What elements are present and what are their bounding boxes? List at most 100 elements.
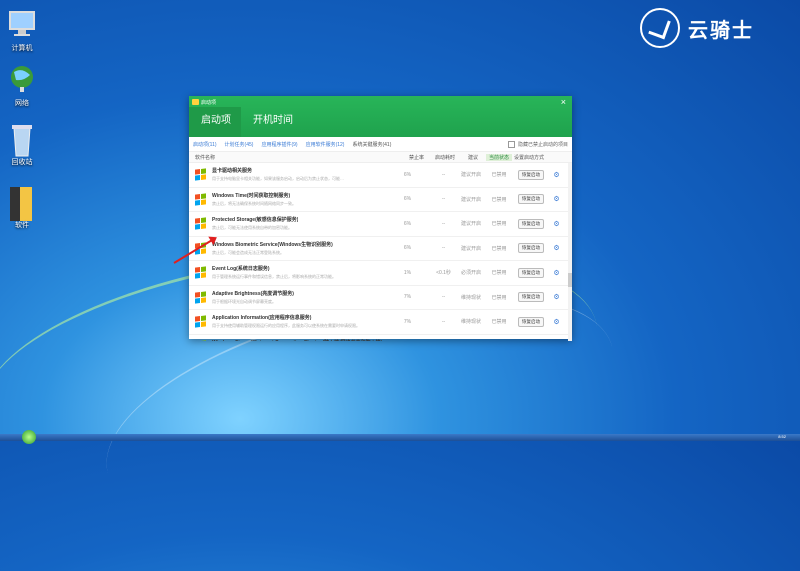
row-boot-time: -- [441, 171, 446, 178]
row-disable-rate: 6% [403, 196, 412, 203]
row-boot-time: -- [441, 318, 446, 325]
windows-logo-icon [195, 266, 206, 279]
row-title: Protected Storage(敏感信息保护服务) [212, 217, 299, 224]
gear-icon[interactable]: ⚙ [553, 172, 559, 179]
windows-logo-icon [195, 168, 206, 181]
brand-logo: 云骑士 [640, 8, 754, 48]
brand-text: 云骑士 [688, 19, 754, 42]
close-button[interactable]: × [561, 97, 566, 107]
filter-system-services[interactable]: 系统关键服务(41) [352, 141, 391, 148]
windows-logo-icon [195, 217, 206, 230]
restore-startup-button[interactable]: 恢复启动 [518, 194, 544, 205]
row-boot-time: <0.1秒 [436, 270, 451, 277]
filter-software-services[interactable]: 应用软件服务(12) [306, 141, 345, 148]
computer-icon [6, 8, 38, 40]
row-description: 禁止后，将无法确保系统时间随网络同步一致。 [212, 200, 296, 206]
windows-logo-icon [195, 193, 206, 206]
gear-icon[interactable]: ⚙ [553, 245, 559, 252]
table-row[interactable]: Protected Storage(敏感信息保护服务) 禁止后，可能无法使用系统… [189, 212, 572, 237]
taskbar: 8:52 [0, 430, 800, 444]
row-name-cell: Adaptive Brightness(亮度调节服务) 用于根据环境光自动调节屏… [189, 290, 385, 305]
hide-disabled-label: 隐藏已禁止启动的项目 [517, 141, 568, 148]
knight-logo-icon [640, 8, 680, 48]
desktop-icon-label: 网络 [15, 100, 29, 107]
header-advice[interactable]: 建议 [460, 154, 486, 161]
row-description: 用于管理系统运行事件和错误信息，禁止后，将影响系统的正常功能。 [212, 274, 336, 280]
restore-startup-button[interactable]: 恢复启动 [518, 267, 544, 278]
row-status: 已禁用 [491, 221, 507, 228]
windows-logo-icon [195, 315, 206, 328]
header-name: 软件名称 [195, 154, 216, 161]
restore-startup-button[interactable]: 恢复启动 [518, 292, 544, 303]
header-disable-rate[interactable]: 禁止率 [403, 154, 430, 161]
row-boot-time: -- [441, 220, 446, 227]
row-description: 禁止后，可能会造成无法正常登陆系统。 [212, 249, 284, 255]
start-button[interactable] [22, 430, 36, 444]
row-name-cell: Event Log(系统日志服务) 用于管理系统运行事件和错误信息，禁止后，将影… [189, 265, 385, 280]
table-row[interactable]: Event Log(系统日志服务) 用于管理系统运行事件和错误信息，禁止后，将影… [189, 261, 572, 286]
row-status: 已禁用 [491, 270, 507, 277]
header-boot-time[interactable]: 启动耗时 [430, 154, 460, 161]
row-advice: 建议开启 [460, 221, 481, 228]
table-header: 软件名称 禁止率 启动耗时 建议 当前状态 设置启动方式 [189, 152, 572, 163]
restore-startup-button[interactable]: 恢复启动 [518, 169, 544, 180]
restore-startup-button[interactable]: 恢复启动 [518, 243, 544, 254]
tab-startup-items[interactable]: 启动项 [189, 107, 241, 137]
gear-icon[interactable]: ⚙ [553, 196, 559, 203]
row-status: 已禁用 [491, 319, 507, 326]
gear-icon[interactable]: ⚙ [553, 319, 559, 326]
row-title: Event Log(系统日志服务) [212, 266, 270, 273]
desktop-icon-label: 计算机 [11, 45, 33, 52]
row-advice: 维持现状 [460, 319, 481, 326]
filter-bar: 启动项(11) 计划任务(45) 应用程序插件(9) 应用软件服务(12) 系统… [189, 137, 572, 152]
row-advice: 维持现状 [460, 294, 481, 301]
row-name-cell: Application Information(应用程序信息服务) 用于支持使用… [189, 314, 385, 329]
row-title: Adaptive Brightness(亮度调节服务) [212, 290, 294, 297]
table-row[interactable]: Application Information(应用程序信息服务) 用于支持使用… [189, 310, 572, 335]
row-name-cell: Windows Firewall/Internet Connection Sha… [189, 339, 385, 341]
table-row[interactable]: Windows Firewall/Internet Connection Sha… [189, 335, 572, 341]
desktop-icon-recycle-bin[interactable]: 回收站 [0, 122, 52, 167]
filter-plugins[interactable]: 应用程序插件(9) [261, 141, 297, 148]
row-disable-rate: 1% [403, 269, 412, 276]
windows-logo-icon [195, 291, 206, 304]
row-disable-rate: 7% [403, 294, 412, 301]
scrollbar-thumb[interactable] [568, 273, 572, 287]
filter-scheduled-tasks[interactable]: 计划任务(45) [225, 141, 254, 148]
table-row[interactable]: Windows Time(时间获取控制服务) 禁止后，将无法确保系统时间随网络同… [189, 188, 572, 212]
filter-startup-items[interactable]: 启动项(11) [193, 141, 217, 148]
table-row[interactable]: Windows Biometric Service(Windows生物识别服务)… [189, 237, 572, 261]
window-title: 启动项 [201, 100, 217, 106]
startup-list: 显卡驱动相关服务 用于支持电脑显卡相关功能，如果该服务启动，启动后为禁止状态，可… [189, 163, 572, 341]
desktop-icon-computer[interactable]: 计算机 [0, 8, 52, 53]
gear-icon[interactable]: ⚙ [553, 270, 559, 277]
row-status: 已禁用 [491, 245, 507, 252]
table-row[interactable]: Adaptive Brightness(亮度调节服务) 用于根据环境光自动调节屏… [189, 286, 572, 310]
desktop-icon-label: 回收站 [11, 159, 33, 166]
row-name-cell: Windows Time(时间获取控制服务) 禁止后，将无法确保系统时间随网络同… [189, 192, 385, 207]
restore-startup-button[interactable]: 恢复启动 [518, 218, 544, 229]
row-title: Windows Time(时间获取控制服务) [212, 192, 291, 199]
desktop-icon-network[interactable]: 网络 [0, 63, 52, 108]
row-status: 已禁用 [491, 294, 507, 301]
row-name-cell: Windows Biometric Service(Windows生物识别服务)… [189, 241, 385, 256]
desktop-icon-label: 软件 [15, 222, 29, 229]
row-description: 用于根据环境光自动调节屏幕亮度。 [212, 298, 276, 304]
windows-logo-icon [195, 340, 206, 341]
row-title: Windows Firewall/Internet Connection Sha… [212, 339, 382, 341]
gear-icon[interactable]: ⚙ [553, 221, 559, 228]
header-action: 设置启动方式 [513, 154, 544, 161]
header-current-status[interactable]: 当前状态 [486, 153, 512, 161]
hide-disabled-checkbox[interactable]: 隐藏已禁止启动的项目 [507, 140, 568, 148]
row-description: 禁止后，可能无法使用系统自带的加密功能。 [212, 225, 292, 231]
row-boot-time: -- [441, 294, 446, 301]
tab-boot-time[interactable]: 开机时间 [241, 107, 293, 137]
gear-icon[interactable]: ⚙ [553, 294, 559, 301]
desktop-icon-folder[interactable]: 软件 [0, 185, 52, 230]
scrollbar[interactable] [568, 163, 572, 341]
row-disable-rate: 7% [403, 318, 412, 325]
table-row[interactable]: 显卡驱动相关服务 用于支持电脑显卡相关功能，如果该服务启动，启动后为禁止状态，可… [189, 163, 572, 188]
restore-startup-button[interactable]: 恢复启动 [518, 316, 544, 327]
app-icon [192, 99, 199, 105]
row-disable-rate: 6% [403, 220, 412, 227]
